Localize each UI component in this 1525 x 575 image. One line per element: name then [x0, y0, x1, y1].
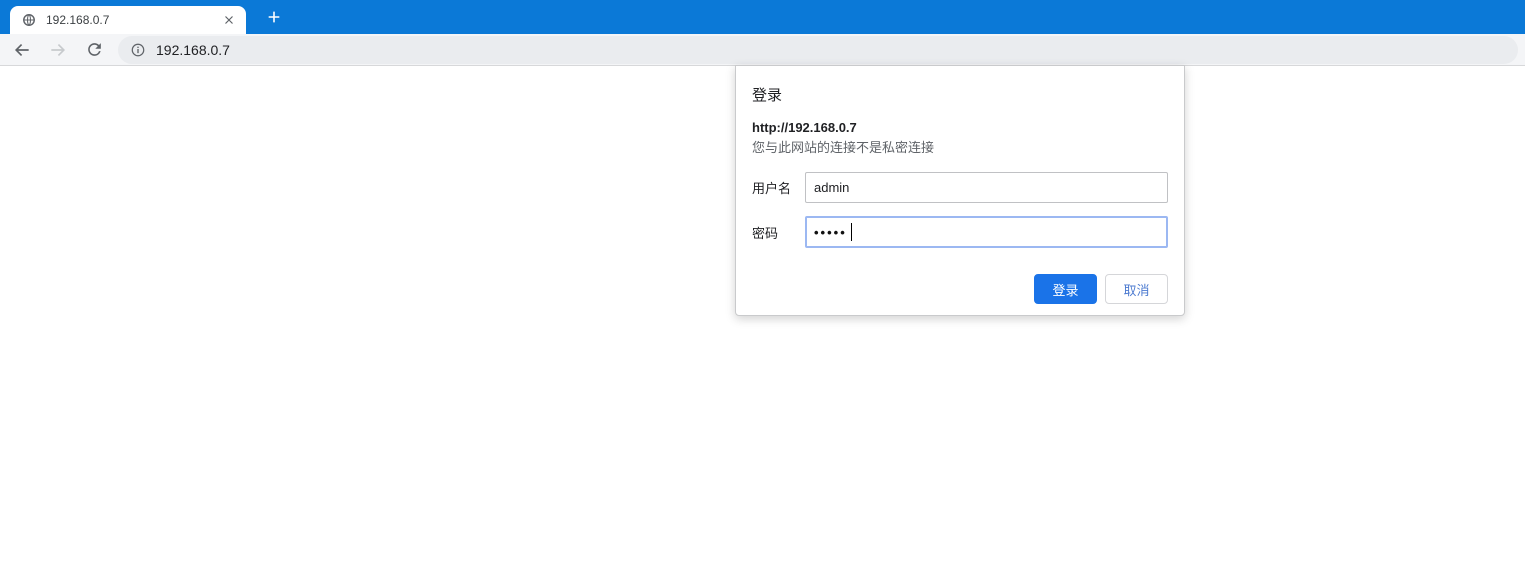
username-row: 用户名: [752, 172, 1168, 203]
username-input[interactable]: [805, 172, 1168, 203]
connection-warning-text: 您与此网站的连接不是私密连接: [752, 140, 935, 155]
password-label: 密码: [752, 225, 779, 241]
tab-close-icon[interactable]: [220, 11, 238, 29]
tab-title: 192.168.0.7: [46, 13, 110, 27]
info-icon[interactable]: [130, 42, 146, 58]
reload-button[interactable]: [82, 38, 106, 62]
text-caret: [851, 223, 852, 241]
dialog-origin-url: http://192.168.0.7: [752, 120, 857, 135]
page-content: 登录 http://192.168.0.7 您与此网站的连接不是私密连接 用户名…: [0, 65, 1525, 575]
dialog-buttons: 登录 取消: [752, 274, 1168, 304]
new-tab-button[interactable]: [260, 4, 288, 30]
back-button[interactable]: [10, 38, 34, 62]
http-auth-dialog: 登录 http://192.168.0.7 您与此网站的连接不是私密连接 用户名…: [735, 65, 1185, 316]
reload-icon: [87, 43, 101, 56]
globe-icon: [22, 13, 36, 27]
dialog-title: 登录: [752, 87, 783, 104]
forward-button[interactable]: [46, 38, 70, 62]
navigation-toolbar: 192.168.0.7: [0, 34, 1525, 66]
password-row: 密码: [752, 216, 1168, 248]
browser-tab[interactable]: 192.168.0.7: [10, 6, 246, 34]
signin-button[interactable]: 登录: [1034, 274, 1097, 304]
url-text: 192.168.0.7: [156, 41, 230, 58]
password-field-wrapper: [805, 216, 1168, 248]
tab-strip: 192.168.0.7: [0, 0, 1525, 34]
plus-icon: [268, 11, 280, 23]
password-input[interactable]: [805, 216, 1168, 248]
address-bar[interactable]: 192.168.0.7: [118, 35, 1518, 64]
back-arrow-icon: [14, 43, 29, 56]
forward-arrow-icon: [51, 43, 66, 56]
cancel-button[interactable]: 取消: [1105, 274, 1168, 304]
browser-window: 192.168.0.7 192.168.0.7 登录 http://192.16…: [0, 0, 1525, 575]
username-label: 用户名: [752, 181, 792, 196]
